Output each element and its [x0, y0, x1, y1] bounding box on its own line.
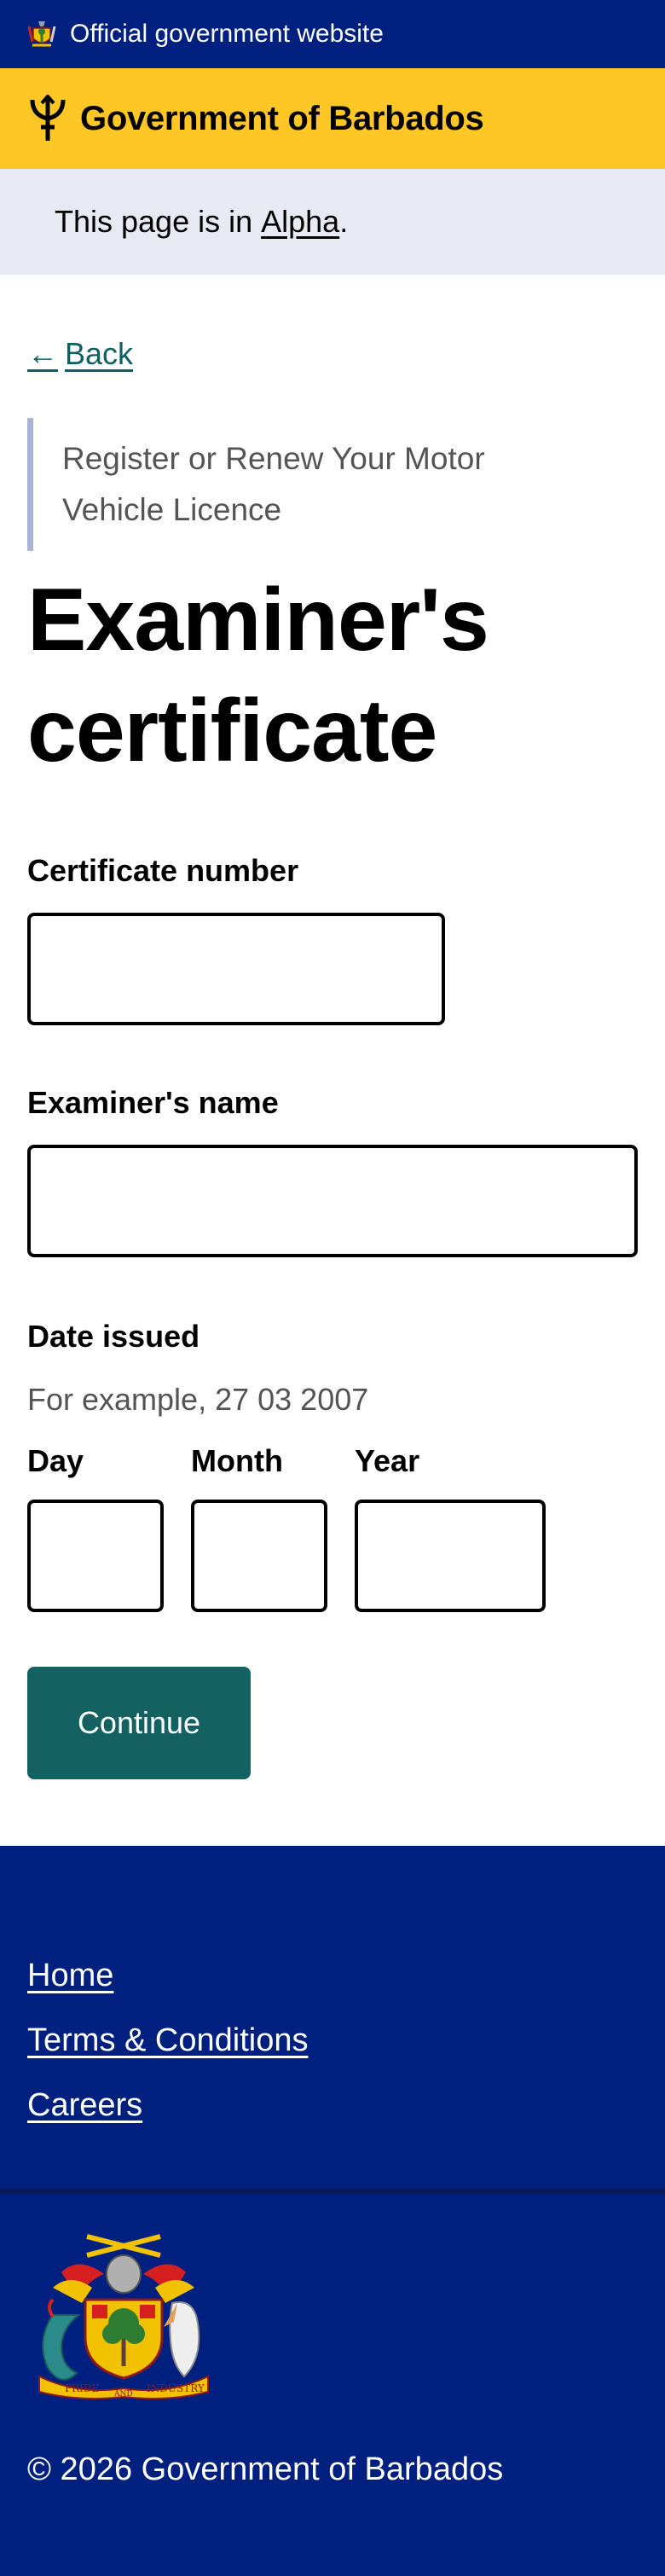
date-issued-hint: For example, 27 03 2007 [27, 1382, 369, 1417]
phase-banner-prefix: This page is in [55, 204, 262, 239]
alpha-phase-link[interactable]: Alpha [261, 204, 339, 240]
phase-banner: This page is in Alpha. [0, 169, 665, 275]
year-label: Year [355, 1443, 420, 1478]
official-website-bar: Official government website [0, 0, 665, 68]
trident-icon [30, 95, 66, 141]
year-input[interactable] [355, 1500, 546, 1612]
date-issued-group: Date issued For example, 27 03 2007 Day … [27, 1319, 638, 1612]
motto-word-pride: PRIDE [65, 2382, 99, 2394]
motto-word-industry: INDUSTRY [147, 2382, 205, 2394]
footer-divider [0, 2189, 665, 2194]
certificate-number-input[interactable] [27, 913, 445, 1025]
site-title[interactable]: Government of Barbados [80, 100, 484, 138]
day-item: Day [27, 1443, 164, 1612]
arrow-left-icon: ← [27, 336, 58, 371]
footer-links: Home Terms & Conditions Careers [0, 1846, 665, 2124]
main-content: ← Back Register or Renew Your Motor Vehi… [0, 275, 665, 1779]
continue-button[interactable]: Continue [27, 1667, 251, 1779]
certificate-number-label: Certificate number [27, 853, 299, 888]
page-title: Examiner's certificate [27, 571, 489, 780]
footer-link-terms[interactable]: Terms & Conditions [27, 2022, 638, 2059]
site-footer: Home Terms & Conditions Careers PRIDE AN… [0, 1846, 665, 2576]
examiner-name-group: Examiner's name [27, 1085, 638, 1257]
coat-of-arms-icon: PRIDE AND INDUSTRY [38, 2234, 209, 2399]
month-label: Month [191, 1443, 283, 1478]
motto-word-and: AND [113, 2390, 133, 2399]
examiner-name-input[interactable] [27, 1145, 638, 1257]
date-issued-label: Date issued [27, 1319, 200, 1354]
service-caption: Register or Renew Your Motor Vehicle Lic… [27, 418, 573, 551]
examiner-name-label: Examiner's name [27, 1085, 279, 1120]
footer-link-careers[interactable]: Careers [27, 2086, 638, 2124]
month-input[interactable] [191, 1500, 327, 1612]
certificate-number-group: Certificate number [27, 853, 638, 1025]
copyright-text: © 2026 Government of Barbados [27, 2451, 504, 2487]
day-input[interactable] [27, 1500, 164, 1612]
site-header: Government of Barbados [0, 68, 665, 169]
back-link-label: Back [65, 336, 134, 371]
phase-banner-suffix: . [339, 204, 349, 239]
month-item: Month [191, 1443, 327, 1612]
coat-of-arms-icon [27, 21, 56, 47]
year-item: Year [355, 1443, 546, 1612]
official-website-text: Official government website [70, 20, 384, 48]
date-input-row: Day Month Year [27, 1443, 638, 1612]
day-label: Day [27, 1443, 84, 1478]
footer-link-home[interactable]: Home [27, 1957, 638, 1994]
back-link[interactable]: ← Back [27, 336, 133, 372]
